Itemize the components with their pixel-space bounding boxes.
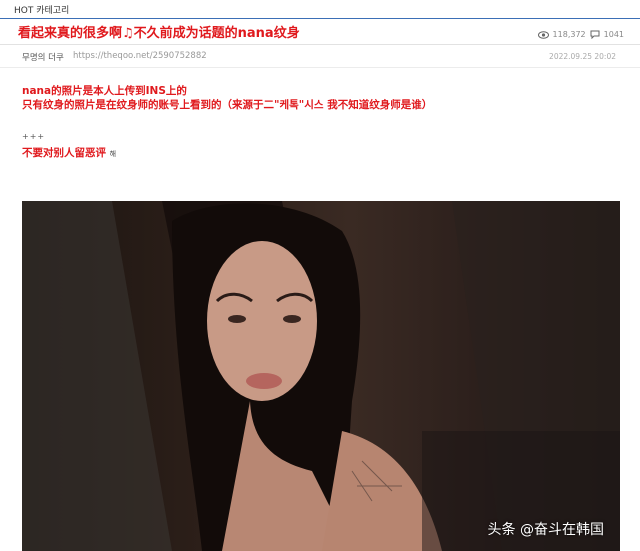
warning-text: 不要对别人留恶评: [22, 147, 106, 159]
plus-marks: +++: [22, 132, 46, 141]
view-count: 118,372: [552, 30, 586, 39]
photo-illustration: [22, 201, 620, 551]
post-photo: 头条 @奋斗在韩国: [22, 201, 620, 551]
speech-bubble-icon: [590, 30, 600, 39]
author-name: 무명의 더쿠: [22, 53, 64, 63]
post-link[interactable]: https://theqoo.net/2590752882: [73, 51, 207, 61]
post-meta: 무명의 더쿠 https://theqoo.net/2590752882 202…: [0, 45, 640, 68]
category-tab[interactable]: HOT 카테고리: [14, 3, 69, 16]
body-line-1: nana的照片是本人上传到INS上的: [22, 85, 187, 97]
eye-icon: [537, 30, 549, 39]
body-line-2: 只有纹身的照片是在纹身师的账号上看到的（来源于二"케톡"시스 我不知道纹身师是谁…: [22, 99, 433, 111]
post-title-row: 看起来真的很多啊♫不久前成为话题的nana纹身 118,372 1041: [0, 18, 640, 45]
category-bar: HOT 카테고리: [0, 0, 640, 19]
post-stats: 118,372 1041: [537, 30, 624, 39]
comment-count: 1041: [603, 30, 624, 39]
warning-line: 不要对别人留恶评 해: [22, 145, 116, 160]
photo-watermark: 头条 @奋斗在韩国: [487, 522, 604, 538]
post-title: 看起来真的很多啊♫不久前成为话题的nana纹身: [18, 26, 300, 41]
post-date: 2022.09.25 20:02: [549, 52, 616, 61]
warning-suffix: 해: [109, 150, 117, 158]
